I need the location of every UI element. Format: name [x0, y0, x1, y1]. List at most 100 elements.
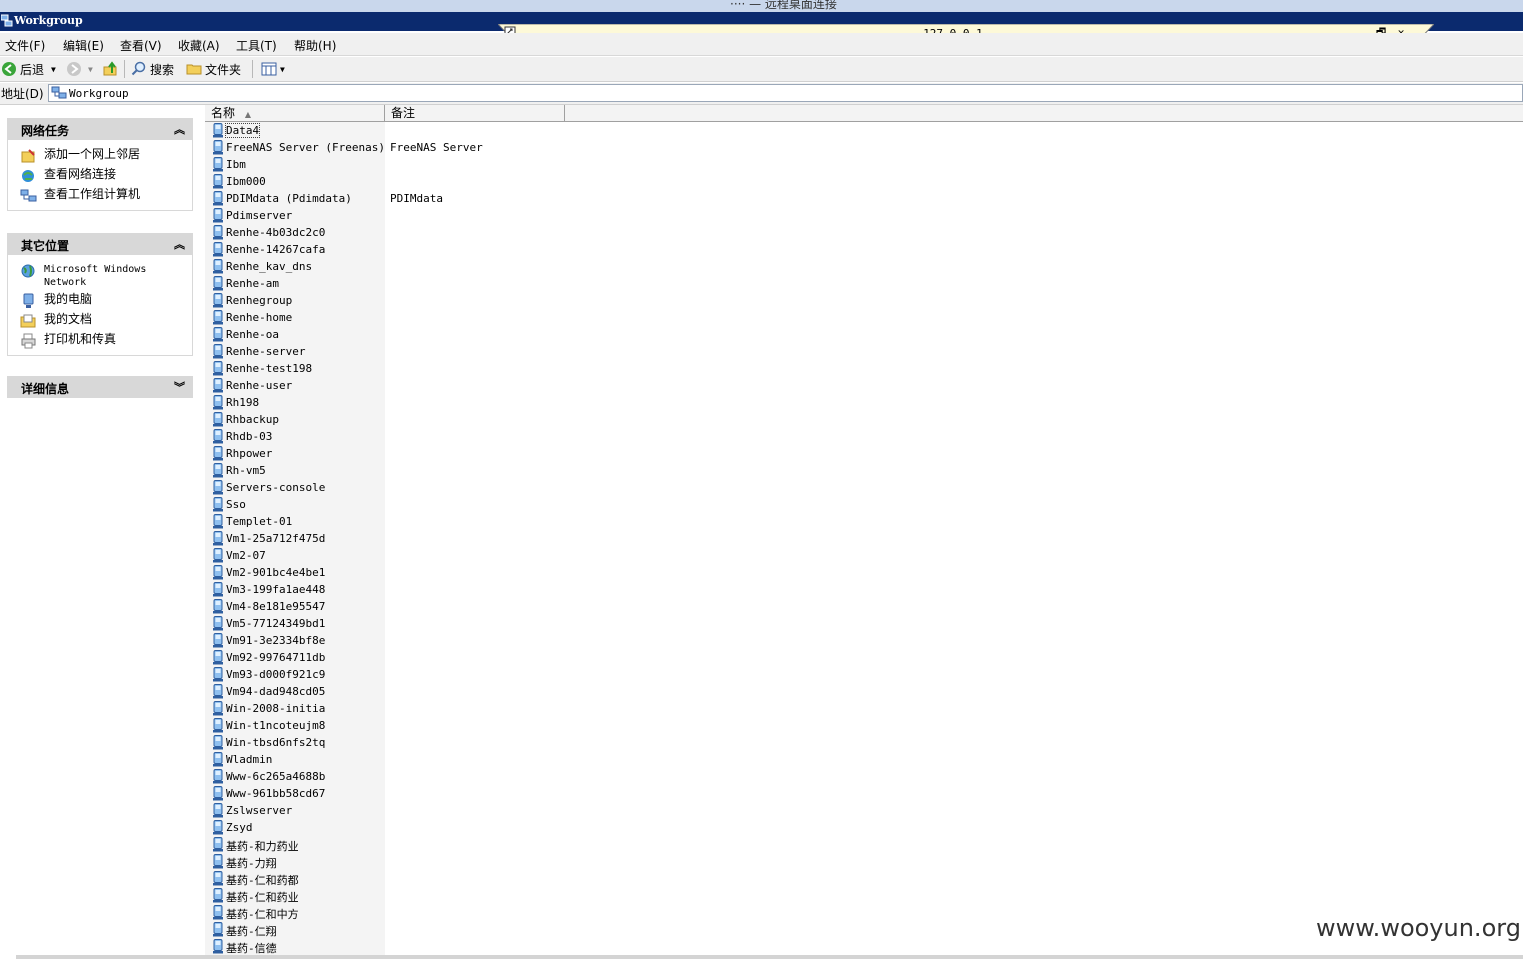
forward-button[interactable]: [66, 60, 82, 78]
list-item[interactable]: Www-961bb58cd67: [205, 785, 1505, 802]
back-button[interactable]: 后退: [1, 60, 44, 78]
task-view-network-connections[interactable]: 查看网络连接: [8, 166, 192, 186]
list-item[interactable]: Ibm000: [205, 173, 1505, 190]
up-folder-icon: [103, 61, 117, 76]
collapse-chevron-icon[interactable]: ︽: [174, 236, 185, 252]
list-item[interactable]: Vm94-dad948cd05: [205, 683, 1505, 700]
details-header[interactable]: 详细信息 ︾: [7, 376, 193, 398]
folders-button[interactable]: 文件夹: [186, 60, 241, 78]
place-label: Microsoft Windows Network: [44, 264, 147, 288]
list-item[interactable]: 基药-仁和中方: [205, 904, 1505, 921]
column-header-comment[interactable]: 备注: [385, 105, 565, 121]
list-item[interactable]: Vm91-3e2334bf8e: [205, 632, 1505, 649]
place-microsoft-windows-network[interactable]: Microsoft Windows Network: [8, 261, 192, 291]
list-item[interactable]: Vm2-901bc4e4be1: [205, 564, 1505, 581]
list-item[interactable]: 基药-仁和药业: [205, 887, 1505, 904]
expand-chevron-icon[interactable]: ︾: [174, 379, 185, 395]
network-tasks-header[interactable]: 网络任务 ︽: [7, 118, 193, 140]
task-add-network-place[interactable]: 添加一个网上邻居: [8, 146, 192, 166]
network-tasks-body: 添加一个网上邻居 查看网络连接 查看工作组计算机: [7, 140, 193, 211]
list-item[interactable]: Renhe-home: [205, 309, 1505, 326]
list-item[interactable]: Renhe-am: [205, 275, 1505, 292]
menu-file[interactable]: 文件(F): [5, 37, 45, 54]
details-panel: 详细信息 ︾: [7, 376, 193, 398]
task-view-workgroup-computers[interactable]: 查看工作组计算机: [8, 186, 192, 206]
list-item[interactable]: Templet-01: [205, 513, 1505, 530]
place-printers-faxes[interactable]: 打印机和传真: [8, 331, 192, 351]
computer-name: Zslwserver: [226, 804, 293, 817]
list-item[interactable]: FreeNAS Server (Freenas) FreeNAS Server: [205, 139, 1505, 156]
list-item[interactable]: Rhpower: [205, 445, 1505, 462]
list-item[interactable]: Renhe-server: [205, 343, 1505, 360]
add-network-place-icon: [21, 149, 35, 163]
up-button[interactable]: [103, 60, 119, 78]
place-my-documents[interactable]: 我的文档: [8, 311, 192, 331]
computer-icon: [213, 174, 223, 189]
menu-help[interactable]: 帮助(H): [294, 37, 336, 54]
computer-icon: [213, 157, 223, 172]
views-button[interactable]: ▼: [261, 60, 285, 78]
computer-icon: [213, 446, 223, 461]
menu-edit[interactable]: 编辑(E): [63, 37, 104, 54]
computer-icon: [213, 871, 223, 886]
list-item[interactable]: Renhe-oa: [205, 326, 1505, 343]
list-item[interactable]: Renhe-4b03dc2c0: [205, 224, 1505, 241]
back-dropdown-icon[interactable]: ▼: [51, 60, 56, 78]
task-label: 添加一个网上邻居: [44, 147, 141, 161]
list-item[interactable]: Vm93-d000f921c9: [205, 666, 1505, 683]
list-item[interactable]: Renhe_kav_dns: [205, 258, 1505, 275]
search-button[interactable]: 搜索: [131, 60, 174, 78]
list-item[interactable]: Rhbackup: [205, 411, 1505, 428]
list-item[interactable]: 基药-仁翔: [205, 921, 1505, 938]
list-item[interactable]: Sso: [205, 496, 1505, 513]
list-item[interactable]: Vm5-77124349bd1: [205, 615, 1505, 632]
task-label: 查看网络连接: [44, 167, 117, 181]
place-my-computer[interactable]: 我的电脑: [8, 291, 192, 311]
list-item[interactable]: Www-6c265a4688b: [205, 768, 1505, 785]
collapse-chevron-icon[interactable]: ︽: [174, 121, 185, 137]
horizontal-scrollbar[interactable]: [16, 955, 1523, 959]
menu-favorites[interactable]: 收藏(A): [178, 37, 220, 54]
list-item[interactable]: Vm4-8e181e95547: [205, 598, 1505, 615]
list-item[interactable]: Rh198: [205, 394, 1505, 411]
list-item[interactable]: 基药-信德: [205, 938, 1505, 955]
list-item[interactable]: Win-t1ncoteujm8: [205, 717, 1505, 734]
other-places-header[interactable]: 其它位置 ︽: [7, 233, 193, 255]
list-item[interactable]: Rh-vm5: [205, 462, 1505, 479]
list-item[interactable]: Vm3-199fa1ae448: [205, 581, 1505, 598]
list-item[interactable]: Win-2008-initia: [205, 700, 1505, 717]
column-header-name[interactable]: 名称 ▲: [205, 105, 385, 121]
list-item[interactable]: Ibm: [205, 156, 1505, 173]
list-item[interactable]: Zslwserver: [205, 802, 1505, 819]
computer-name: 基药-信德: [226, 942, 277, 955]
list-item[interactable]: 基药-和力药业: [205, 836, 1505, 853]
list-item[interactable]: Wladmin: [205, 751, 1505, 768]
list-item[interactable]: Rhdb-03: [205, 428, 1505, 445]
list-item[interactable]: Renhe-user: [205, 377, 1505, 394]
list-item[interactable]: PDIMdata (Pdimdata) PDIMdata: [205, 190, 1505, 207]
rdp-outer-title: ···· — 远程桌面连接: [730, 0, 837, 11]
list-item[interactable]: Vm92-99764711db: [205, 649, 1505, 666]
computer-icon: [213, 429, 223, 444]
menu-view[interactable]: 查看(V): [120, 37, 162, 54]
address-input[interactable]: Workgroup: [48, 84, 1523, 102]
list-item[interactable]: Data4: [205, 122, 1505, 139]
list-item[interactable]: Zsyd: [205, 819, 1505, 836]
list-item[interactable]: Renhe-14267cafa: [205, 241, 1505, 258]
list-item[interactable]: Servers-console: [205, 479, 1505, 496]
list-item[interactable]: Vm2-07: [205, 547, 1505, 564]
list-item[interactable]: Renhegroup: [205, 292, 1505, 309]
computer-name: Ibm000: [226, 175, 266, 188]
list-item[interactable]: 基药-力翔: [205, 853, 1505, 870]
list-item[interactable]: Win-tbsd6nfs2tq: [205, 734, 1505, 751]
list-item[interactable]: Pdimserver: [205, 207, 1505, 224]
forward-dropdown-icon[interactable]: ▼: [88, 60, 93, 78]
list-item[interactable]: Renhe-test198: [205, 360, 1505, 377]
list-item[interactable]: 基药-仁和药都: [205, 870, 1505, 887]
list-item[interactable]: Vm1-25a712f475d: [205, 530, 1505, 547]
back-label: 后退: [20, 62, 45, 77]
computer-icon: [213, 837, 223, 852]
computer-name: Renhegroup: [226, 294, 293, 307]
menu-tools[interactable]: 工具(T): [236, 37, 277, 54]
column-name-label: 名称: [211, 106, 236, 120]
